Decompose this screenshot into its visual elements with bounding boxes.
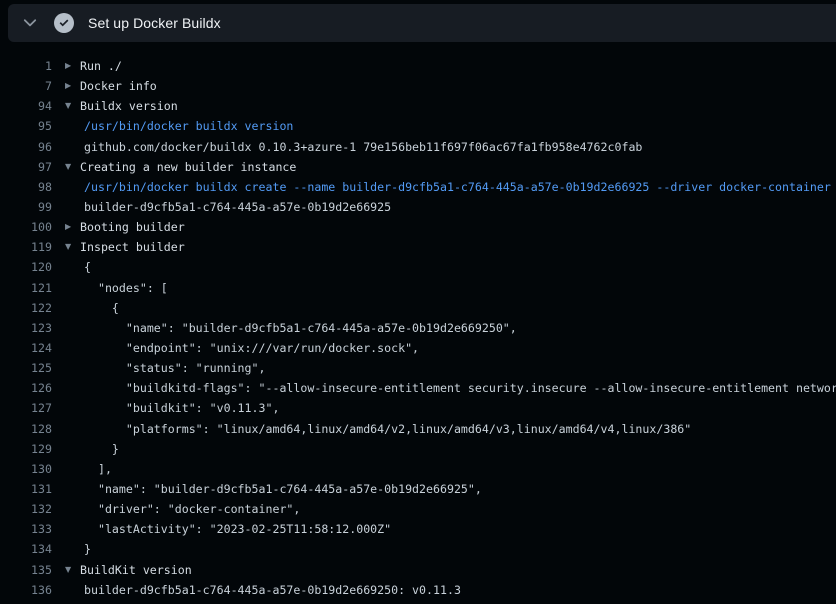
log-output-text: "buildkit": "v0.11.3", — [84, 398, 279, 418]
log-line: 121 "nodes": [ — [0, 278, 836, 298]
log-line: 123 "name": "builder-d9cfb5a1-c764-445a-… — [0, 318, 836, 338]
log-line: 130 ], — [0, 459, 836, 479]
log-line: 98/usr/bin/docker buildx create --name b… — [0, 177, 836, 197]
line-number[interactable]: 122 — [0, 298, 52, 318]
line-number[interactable]: 129 — [0, 439, 52, 459]
log-line: 99 builder-d9cfb5a1-c764-445a-a57e-0b19d2… — [0, 197, 836, 217]
line-number[interactable]: 131 — [0, 479, 52, 499]
log-viewer: 1▶Run ./7▶Docker info94▼Buildx version95… — [0, 42, 836, 604]
line-number[interactable]: 126 — [0, 378, 52, 398]
log-line: 134} — [0, 539, 836, 559]
log-line: 126 "buildkitd-flags": "--allow-insecure… — [0, 378, 836, 398]
line-number[interactable]: 128 — [0, 419, 52, 439]
line-number[interactable]: 133 — [0, 519, 52, 539]
log-output-text: "driver": "docker-container", — [84, 499, 300, 519]
triangle-down-icon[interactable]: ▼ — [65, 237, 80, 257]
triangle-down-icon[interactable]: ▼ — [65, 96, 80, 116]
triangle-right-icon[interactable]: ▶ — [65, 76, 80, 96]
log-line[interactable]: 119 ▼Inspect builder — [0, 237, 836, 257]
log-line: 125 "status": "running", — [0, 358, 836, 378]
log-line: 120 { — [0, 257, 836, 277]
line-number[interactable]: 120 — [0, 257, 52, 277]
log-output-text: builder-d9cfb5a1-c764-445a-a57e-0b19d2e6… — [84, 197, 391, 217]
log-output-text: "nodes": [ — [84, 278, 168, 298]
log-command-text: /usr/bin/docker buildx version — [84, 116, 293, 136]
log-output-text: "endpoint": "unix:///var/run/docker.sock… — [84, 338, 419, 358]
step-title: Set up Docker Buildx — [88, 15, 221, 31]
log-line: 95/usr/bin/docker buildx version — [0, 116, 836, 136]
log-group-title: BuildKit version — [80, 560, 192, 580]
triangle-right-icon[interactable]: ▶ — [65, 217, 80, 237]
line-number[interactable]: 136 — [0, 580, 52, 600]
check-circle-icon — [54, 13, 74, 33]
log-group-title: Inspect builder — [80, 237, 185, 257]
line-number[interactable]: 134 — [0, 539, 52, 559]
log-output-text: "name": "builder-d9cfb5a1-c764-445a-a57e… — [84, 318, 517, 338]
log-output-text: } — [84, 539, 91, 559]
log-line[interactable]: 7 ▶Docker info — [0, 76, 836, 96]
log-group-title: Buildx version — [80, 96, 178, 116]
line-number[interactable]: 95 — [0, 116, 52, 136]
log-line: 133 "lastActivity": "2023-02-25T11:58:12… — [0, 519, 836, 539]
log-line: 96 github.com/docker/buildx 0.10.3+azure-… — [0, 137, 836, 157]
log-line: 124 "endpoint": "unix:///var/run/docker.… — [0, 338, 836, 358]
log-output-text: { — [84, 257, 91, 277]
line-number[interactable]: 127 — [0, 398, 52, 418]
log-line: 129 } — [0, 439, 836, 459]
log-output-text: "status": "running", — [84, 358, 265, 378]
log-group-title: Booting builder — [80, 217, 185, 237]
line-number[interactable]: 119 — [0, 237, 52, 257]
log-line[interactable]: 1 ▶Run ./ — [0, 56, 836, 76]
line-number[interactable]: 99 — [0, 197, 52, 217]
log-line: 128 "platforms": "linux/amd64,linux/amd6… — [0, 419, 836, 439]
line-number[interactable]: 1 — [0, 56, 52, 76]
log-output-text: "name": "builder-d9cfb5a1-c764-445a-a57e… — [84, 479, 482, 499]
line-number[interactable]: 94 — [0, 96, 52, 116]
triangle-right-icon[interactable]: ▶ — [65, 56, 80, 76]
log-output-text: builder-d9cfb5a1-c764-445a-a57e-0b19d2e6… — [84, 580, 461, 600]
log-output-text: "buildkitd-flags": "--allow-insecure-ent… — [84, 378, 836, 398]
triangle-down-icon[interactable]: ▼ — [65, 157, 80, 177]
log-group-title: Run ./ — [80, 56, 122, 76]
line-number[interactable]: 7 — [0, 76, 52, 96]
line-number[interactable]: 97 — [0, 157, 52, 177]
line-number[interactable]: 121 — [0, 278, 52, 298]
log-group-title: Creating a new builder instance — [80, 157, 296, 177]
log-output-text: "lastActivity": "2023-02-25T11:58:12.000… — [84, 519, 391, 539]
line-number[interactable]: 96 — [0, 137, 52, 157]
line-number[interactable]: 123 — [0, 318, 52, 338]
log-line: 127 "buildkit": "v0.11.3", — [0, 398, 836, 418]
line-number[interactable]: 125 — [0, 358, 52, 378]
log-output-text: ], — [84, 459, 112, 479]
chevron-down-icon[interactable] — [22, 15, 38, 31]
log-line[interactable]: 135 ▼BuildKit version — [0, 560, 836, 580]
triangle-down-icon[interactable]: ▼ — [65, 560, 80, 580]
log-line[interactable]: 94 ▼Buildx version — [0, 96, 836, 116]
log-line: 131 "name": "builder-d9cfb5a1-c764-445a-… — [0, 479, 836, 499]
line-number[interactable]: 100 — [0, 217, 52, 237]
log-output-text: github.com/docker/buildx 0.10.3+azure-1 … — [84, 137, 642, 157]
log-output-text: "platforms": "linux/amd64,linux/amd64/v2… — [84, 419, 691, 439]
log-command-text: /usr/bin/docker buildx create --name bui… — [84, 177, 831, 197]
log-line: 132 "driver": "docker-container", — [0, 499, 836, 519]
log-line: 136 builder-d9cfb5a1-c764-445a-a57e-0b19d… — [0, 580, 836, 600]
line-number[interactable]: 132 — [0, 499, 52, 519]
log-group-title: Docker info — [80, 76, 157, 96]
line-number[interactable]: 98 — [0, 177, 52, 197]
log-output-text: { — [84, 298, 119, 318]
line-number[interactable]: 130 — [0, 459, 52, 479]
log-line[interactable]: 97 ▼Creating a new builder instance — [0, 157, 836, 177]
log-line: 122 { — [0, 298, 836, 318]
line-number[interactable]: 135 — [0, 560, 52, 580]
line-number[interactable]: 124 — [0, 338, 52, 358]
log-line[interactable]: 100 ▶Booting builder — [0, 217, 836, 237]
log-output-text: } — [84, 439, 119, 459]
step-header[interactable]: Set up Docker Buildx — [8, 4, 836, 42]
